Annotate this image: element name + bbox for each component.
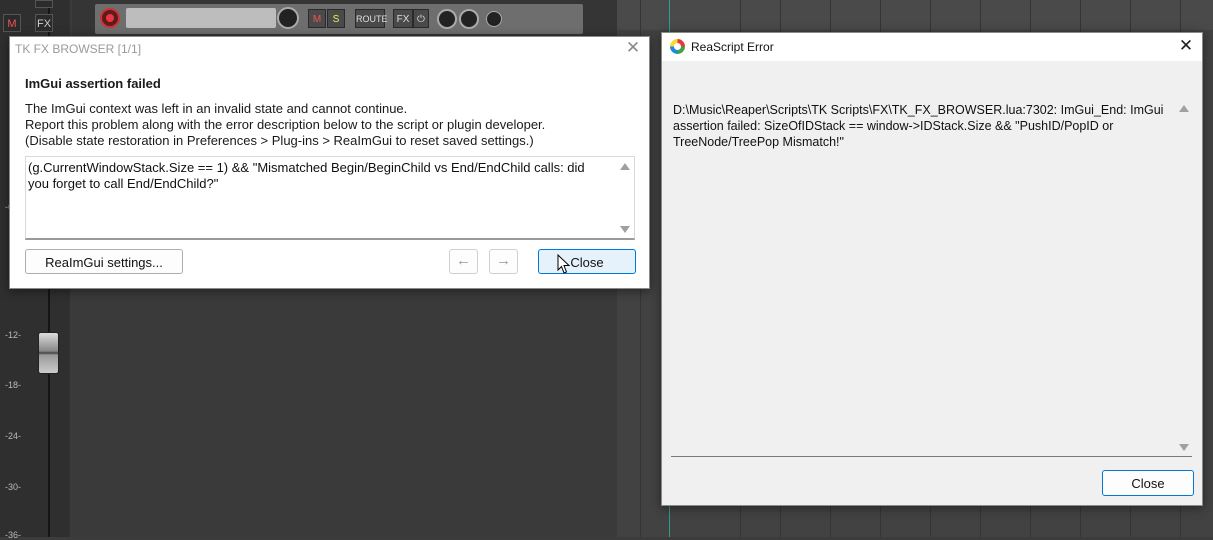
assertion-heading: ImGui assertion failed (25, 76, 161, 91)
master-mute-button[interactable]: M (3, 14, 21, 32)
imgui-close-button[interactable]: Close (538, 249, 636, 274)
volume-knob[interactable] (277, 7, 299, 29)
db-label: -30- (5, 482, 22, 492)
imgui-close-icon[interactable]: ✕ (624, 39, 642, 57)
next-error-button[interactable]: → (489, 249, 518, 274)
reascript-error-text: D:\Music\Reaper\Scripts\TK Scripts\FX\TK… (673, 103, 1164, 149)
mouse-cursor-icon (557, 254, 571, 274)
record-arm-button[interactable] (100, 8, 120, 28)
track-mute-button[interactable]: M (308, 9, 326, 28)
master-top-button[interactable] (35, 0, 53, 8)
reaper-app-icon (670, 39, 685, 54)
reascript-error-dialog: ReaScript Error ✕ D:\Music\Reaper\Script… (661, 32, 1203, 506)
track-name-field[interactable] (126, 8, 276, 28)
phase-icon[interactable] (486, 11, 502, 27)
track-solo-button[interactable]: S (327, 9, 345, 28)
previous-error-button[interactable]: ← (449, 249, 478, 274)
arrange-track-row (617, 0, 1213, 30)
track-route-button[interactable]: ROUTE (355, 9, 388, 28)
master-fx-button[interactable]: FX (35, 14, 53, 32)
reascript-window-title: ReaScript Error (691, 40, 774, 54)
reascript-close-button[interactable]: Close (1102, 470, 1194, 496)
assertion-message: (g.CurrentWindowStack.Size == 1) && "Mis… (28, 160, 585, 191)
db-label: -36- (5, 530, 22, 540)
error-message-box[interactable]: (g.CurrentWindowStack.Size == 1) && "Mis… (25, 156, 635, 240)
pan-knob[interactable] (437, 9, 457, 29)
scroll-up-icon[interactable] (1179, 105, 1189, 112)
scroll-down-icon[interactable] (1179, 444, 1189, 451)
track-fx-button[interactable]: FX (393, 9, 413, 28)
imgui-assertion-dialog: TK FX BROWSER [1/1] ✕ ImGui assertion fa… (9, 36, 650, 289)
width-knob[interactable] (459, 9, 479, 29)
error-scrollbar[interactable] (1175, 98, 1192, 456)
imgui-titlebar[interactable]: TK FX BROWSER [1/1] ✕ (10, 37, 649, 61)
description-line: (Disable state restoration in Preference… (25, 133, 534, 148)
description-line: The ImGui context was left in an invalid… (25, 101, 408, 116)
description-line: Report this problem along with the error… (25, 117, 546, 132)
fx-bypass-icon[interactable]: ⏻ (413, 9, 429, 28)
imgui-window-title: TK FX BROWSER [1/1] (15, 42, 142, 56)
db-label: -12- (5, 330, 22, 340)
reaimgui-settings-button[interactable]: ReaImGui settings... (25, 249, 183, 274)
db-label: -18- (5, 380, 22, 390)
reascript-close-icon[interactable]: ✕ (1177, 37, 1195, 55)
master-volume-fader[interactable] (38, 332, 59, 374)
error-text-area[interactable]: D:\Music\Reaper\Scripts\TK Scripts\FX\TK… (671, 98, 1192, 457)
reascript-titlebar[interactable]: ReaScript Error ✕ (662, 33, 1202, 61)
scroll-up-icon[interactable] (620, 163, 630, 170)
scroll-down-icon[interactable] (620, 226, 630, 233)
db-label: -24- (5, 431, 22, 441)
